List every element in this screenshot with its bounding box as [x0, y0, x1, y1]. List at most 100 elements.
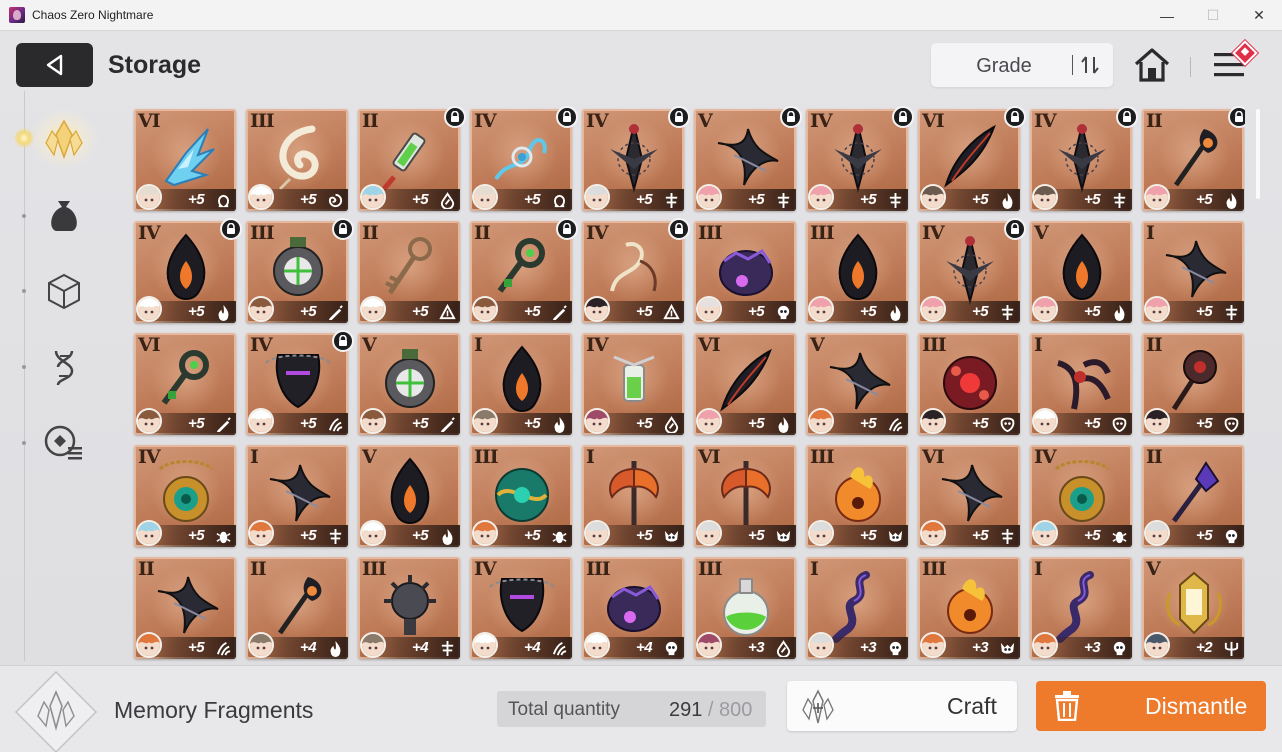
- fragment-card[interactable]: IV +5: [582, 221, 684, 323]
- avatar: [808, 184, 834, 210]
- fragment-card[interactable]: IV +5: [134, 221, 236, 323]
- grade-numeral: III: [586, 558, 611, 580]
- fragment-card[interactable]: II +5: [1142, 109, 1244, 211]
- fragment-card[interactable]: IV +4: [470, 557, 572, 659]
- fragment-card[interactable]: IV +5: [582, 109, 684, 211]
- fragment-card[interactable]: I +5: [582, 445, 684, 547]
- sort-order-icon[interactable]: [1079, 54, 1101, 76]
- fragment-card[interactable]: V +5: [358, 333, 460, 435]
- fragment-card[interactable]: I +5: [1030, 333, 1132, 435]
- fragment-card[interactable]: III +5: [806, 445, 908, 547]
- minimize-button[interactable]: —: [1144, 0, 1190, 31]
- dismantle-button[interactable]: Dismantle: [1036, 681, 1266, 731]
- lock-icon[interactable]: [444, 106, 466, 128]
- fragment-card[interactable]: III +5: [806, 221, 908, 323]
- fragment-card[interactable]: V +2: [1142, 557, 1244, 659]
- fragment-card[interactable]: III +5: [246, 221, 348, 323]
- fragment-card[interactable]: II +5: [1142, 445, 1244, 547]
- grid-scrollbar[interactable]: [1256, 109, 1260, 199]
- enhance-level: +5: [1196, 415, 1213, 432]
- fragment-card[interactable]: V +5: [694, 109, 796, 211]
- fragment-card[interactable]: II +5: [134, 557, 236, 659]
- avatar: [472, 296, 498, 322]
- lock-icon[interactable]: [1228, 106, 1245, 128]
- fragment-card[interactable]: II +4: [246, 557, 348, 659]
- grade-numeral: III: [922, 334, 947, 356]
- fragment-card[interactable]: V +5: [1030, 221, 1132, 323]
- fragment-card[interactable]: IV +5: [918, 221, 1020, 323]
- craft-button[interactable]: Craft: [787, 681, 1017, 731]
- fragment-card[interactable]: III +5: [918, 333, 1020, 435]
- enhance-level: +5: [412, 415, 429, 432]
- lock-icon[interactable]: [556, 218, 578, 240]
- fragment-card[interactable]: VI +5: [694, 445, 796, 547]
- fragment-card[interactable]: I +5: [1142, 221, 1244, 323]
- lock-icon[interactable]: [668, 106, 690, 128]
- fragment-card[interactable]: II +5: [358, 221, 460, 323]
- avatar: [1144, 296, 1170, 322]
- sidebar-tab-memory-fragments[interactable]: [30, 109, 98, 169]
- brass-key-icon: [385, 237, 432, 295]
- maximize-button[interactable]: ☐: [1190, 0, 1236, 31]
- fragment-card[interactable]: III +5: [470, 445, 572, 547]
- fragment-card[interactable]: IV +5: [470, 109, 572, 211]
- fragment-card[interactable]: II +5: [358, 109, 460, 211]
- fragment-card[interactable]: III +3: [918, 557, 1020, 659]
- fragment-card[interactable]: IV +5: [1030, 109, 1132, 211]
- cross-attribute-icon: [999, 304, 1016, 321]
- lock-icon[interactable]: [892, 106, 914, 128]
- fragment-card[interactable]: V +5: [358, 445, 460, 547]
- avatar: [808, 632, 834, 658]
- back-button[interactable]: [16, 43, 93, 87]
- dark-flame-icon: [502, 345, 542, 412]
- fragment-card[interactable]: III +5: [694, 221, 796, 323]
- sidebar-tab-genes[interactable]: [36, 339, 92, 395]
- fragment-card[interactable]: VI +5: [134, 333, 236, 435]
- lock-icon[interactable]: [1116, 106, 1138, 128]
- fragment-card[interactable]: III +3: [694, 557, 796, 659]
- sidebar-tab-items[interactable]: [36, 263, 92, 319]
- fragment-card[interactable]: I +3: [1030, 557, 1132, 659]
- enhance-level: +5: [300, 415, 317, 432]
- fragment-card[interactable]: IV +5: [806, 109, 908, 211]
- fragment-card[interactable]: VI +5: [918, 445, 1020, 547]
- trident-attribute-icon: [1223, 640, 1240, 657]
- lock-icon[interactable]: [780, 106, 802, 128]
- fragment-card[interactable]: VI +5: [918, 109, 1020, 211]
- fragment-card[interactable]: III +5: [246, 109, 348, 211]
- grade-numeral: IV: [138, 222, 161, 244]
- sort-selector[interactable]: Grade: [931, 43, 1113, 87]
- cross-attribute-icon: [999, 528, 1016, 545]
- lock-icon[interactable]: [556, 106, 578, 128]
- fragment-card[interactable]: IV +5: [582, 333, 684, 435]
- lock-icon[interactable]: [332, 218, 354, 240]
- fragment-card[interactable]: V +5: [806, 333, 908, 435]
- sidebar-tab-materials[interactable]: [36, 187, 92, 243]
- fragment-card[interactable]: III +4: [582, 557, 684, 659]
- avatar: [808, 520, 834, 546]
- fragment-card[interactable]: IV +5: [246, 333, 348, 435]
- fragment-card[interactable]: VI +5: [694, 333, 796, 435]
- grade-numeral: I: [1034, 558, 1043, 580]
- fragment-card[interactable]: I +5: [246, 445, 348, 547]
- lock-icon[interactable]: [1004, 106, 1026, 128]
- lock-icon[interactable]: [668, 218, 690, 240]
- lock-icon[interactable]: [220, 218, 242, 240]
- fragment-card[interactable]: II +5: [1142, 333, 1244, 435]
- fragment-card[interactable]: VI +5: [134, 109, 236, 211]
- grade-numeral: VI: [138, 110, 161, 132]
- window-title: Chaos Zero Nightmare: [32, 8, 154, 22]
- lock-icon[interactable]: [1004, 218, 1026, 240]
- fragment-card[interactable]: III +4: [358, 557, 460, 659]
- claw-attribute-icon: [327, 416, 344, 433]
- fragment-card[interactable]: IV +5: [134, 445, 236, 547]
- close-button[interactable]: ✕: [1236, 0, 1282, 31]
- fragment-card[interactable]: IV +5: [1030, 445, 1132, 547]
- fragment-card[interactable]: II +5: [470, 221, 572, 323]
- sidebar-tab-records[interactable]: [36, 415, 92, 471]
- avatar: [360, 632, 386, 658]
- lock-icon[interactable]: [332, 330, 354, 352]
- fragment-card[interactable]: I +3: [806, 557, 908, 659]
- fragment-card[interactable]: I +5: [470, 333, 572, 435]
- home-icon[interactable]: [1132, 46, 1172, 84]
